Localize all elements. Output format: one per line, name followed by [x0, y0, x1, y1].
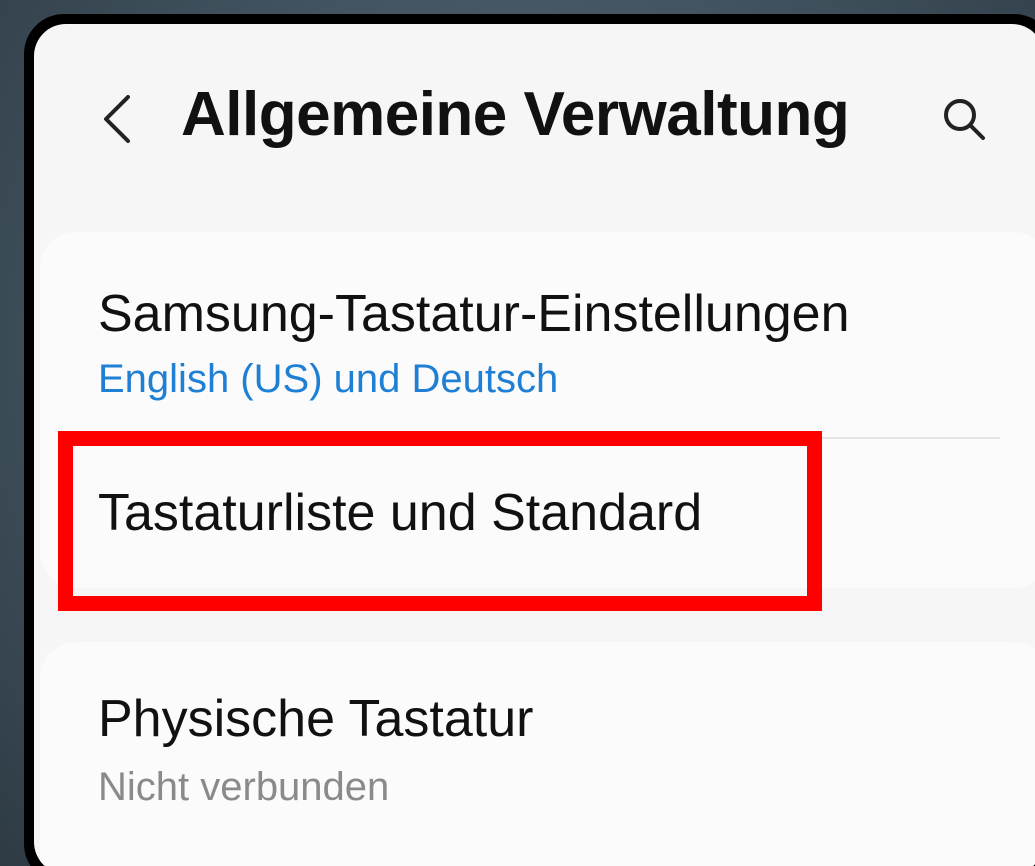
list-item-physical-keyboard[interactable]: Physische Tastatur Nicht verbunden	[40, 642, 1035, 862]
chevron-left-icon	[104, 95, 130, 143]
settings-card-keyboard: Samsung-Tastatur-Einstellungen English (…	[40, 232, 1035, 588]
item-subtitle: English (US) und Deutsch	[98, 357, 559, 401]
list-item-samsung-keyboard-settings[interactable]: Samsung-Tastatur-Einstellungen English (…	[40, 232, 1035, 437]
item-title: Physische Tastatur	[98, 690, 534, 748]
item-subtitle: Nicht verbunden	[98, 765, 390, 809]
back-button[interactable]	[92, 84, 142, 154]
settings-screen: Allgemeine Verwaltung Samsung-Tastatur-E…	[34, 24, 1035, 866]
list-item-keyboard-list-default[interactable]: Tastaturliste und Standard	[40, 439, 1035, 588]
search-icon	[944, 99, 985, 140]
item-title: Tastaturliste und Standard	[98, 484, 703, 542]
settings-card-physical-keyboard: Physische Tastatur Nicht verbunden	[40, 642, 1035, 866]
app-header: Allgemeine Verwaltung	[34, 24, 1035, 194]
search-button[interactable]	[929, 84, 999, 154]
item-title: Samsung-Tastatur-Einstellungen	[98, 285, 850, 343]
page-title: Allgemeine Verwaltung	[181, 80, 850, 149]
